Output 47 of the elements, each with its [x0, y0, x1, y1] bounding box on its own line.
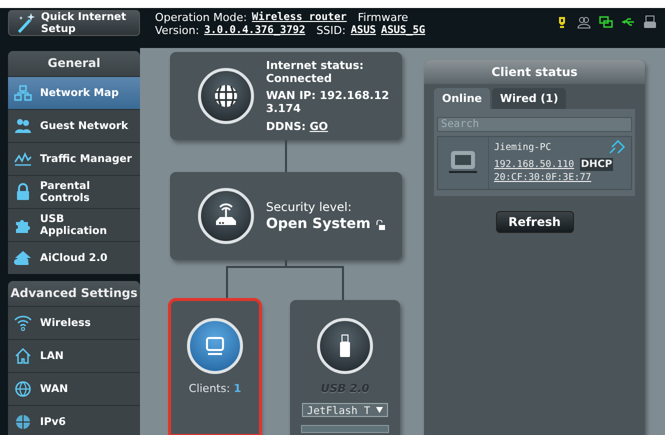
home-icon — [14, 347, 32, 365]
printer-status-icon[interactable] — [643, 15, 657, 29]
cloud-icon — [14, 249, 32, 267]
globe-icon — [14, 380, 32, 398]
magic-wand-icon — [15, 12, 37, 34]
firmware-label: Firmware — [358, 11, 408, 24]
laptop-icon — [448, 150, 478, 174]
usb-device-dropdown[interactable]: JetFlash T — [302, 403, 388, 417]
internet-status-value: Connected — [266, 72, 333, 85]
ssid-label: SSID: — [316, 24, 346, 37]
security-level-label: Security level: — [266, 201, 353, 214]
internet-status-label: Internet status: — [266, 59, 365, 72]
ssid-link[interactable]: ASUS — [350, 24, 376, 37]
search-field[interactable]: Search — [437, 116, 632, 132]
dropdown-caret-icon — [376, 407, 383, 413]
client-ip-link[interactable]: 192.168.50.110 — [494, 158, 574, 170]
wan-ip-text: WAN IP: 192.168.123.174 — [266, 89, 390, 115]
clients-card[interactable]: Clients: 1 — [170, 300, 260, 435]
ddns-label: DDNS: — [266, 120, 306, 133]
sidebar-item[interactable]: Network Map — [8, 76, 140, 109]
operation-mode-label: Operation Mode: — [155, 11, 247, 24]
firmware-version-link[interactable]: 3.0.0.4.376_3792 — [204, 24, 306, 37]
client-status-title: Client status — [424, 60, 645, 84]
dhcp-tag: DHCP — [580, 158, 614, 170]
ssid-link[interactable]: ASUS_5G — [381, 24, 426, 37]
wifi-icon — [14, 314, 32, 332]
clients-count-text: Clients: 1 — [188, 382, 242, 395]
client-tab[interactable]: Online — [434, 88, 490, 109]
sidebar-item[interactable]: IPv6 — [8, 405, 140, 435]
screens-status-icon[interactable] — [599, 15, 613, 29]
ddns-go-link[interactable]: GO — [310, 120, 328, 133]
client-name: Jieming-PC — [494, 142, 552, 152]
traffic-icon — [14, 150, 32, 168]
users-status-icon[interactable] — [577, 15, 591, 29]
refresh-button[interactable]: Refresh — [496, 210, 574, 232]
lock-icon — [14, 183, 32, 201]
quick-internet-setup-button[interactable]: Quick Internet Setup — [8, 10, 140, 36]
internet-status-card[interactable]: Internet status: Connected WAN IP: 192.168.123.174 DDNS: GO — [170, 52, 402, 140]
router-card[interactable]: Security level: Open System — [170, 172, 402, 260]
operation-mode-link[interactable]: Wireless router — [252, 11, 347, 24]
client-tab[interactable]: Wired (1) — [492, 88, 566, 109]
security-level-value: Open System — [266, 218, 371, 231]
guest-icon — [14, 117, 32, 135]
version-label: Version: — [155, 24, 200, 37]
client-mac-link[interactable]: 20:CF:30:0F:3E:77 — [494, 172, 592, 182]
client-row[interactable]: Jieming-PC 192.168.50.110 DHCP 20:CF:30:0F:3E:77 — [437, 136, 632, 190]
network-icon — [14, 84, 32, 102]
